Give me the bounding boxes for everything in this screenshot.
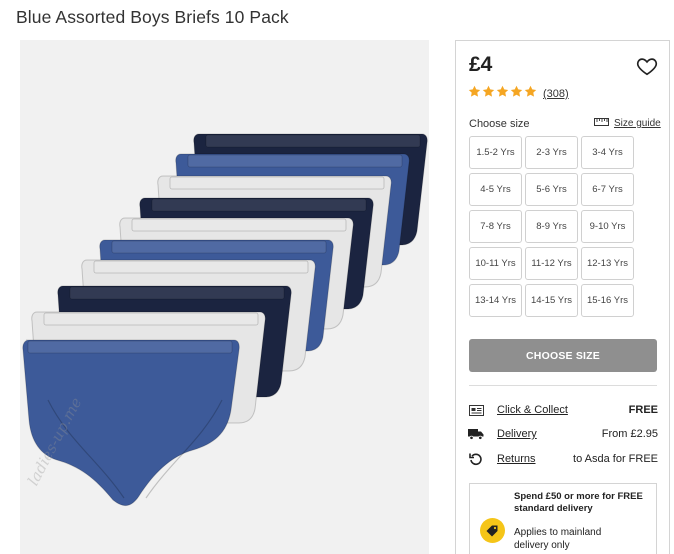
- size-option[interactable]: 3-4 Yrs: [581, 136, 634, 169]
- divider: [469, 385, 657, 386]
- returns-link[interactable]: Returns: [497, 453, 536, 465]
- size-option[interactable]: 4-5 Yrs: [469, 173, 522, 206]
- truck-icon: [468, 427, 484, 441]
- purchase-panel: £4 (308) Choose size Size guide 1.5-2 Yr…: [455, 40, 670, 554]
- size-option[interactable]: 15-16 Yrs: [581, 284, 634, 317]
- size-guide-label: Size guide: [614, 118, 661, 129]
- rating-count-link[interactable]: (308): [543, 88, 569, 100]
- size-grid: 1.5-2 Yrs 2-3 Yrs 3-4 Yrs 4-5 Yrs 5-6 Yrs 6-7…: [469, 136, 634, 317]
- heart-icon[interactable]: [636, 55, 658, 77]
- size-guide-link[interactable]: Size guide: [594, 118, 661, 129]
- click-collect-value: FREE: [628, 404, 658, 416]
- star-icon: [496, 85, 509, 103]
- return-icon: [468, 452, 484, 466]
- choose-size-label: Choose size: [469, 118, 530, 130]
- star-icon: [524, 85, 537, 103]
- price: £4: [469, 53, 493, 76]
- choose-size-button[interactable]: CHOOSE SIZE: [469, 339, 657, 372]
- size-option[interactable]: 10-11 Yrs: [469, 247, 522, 280]
- tag-icon: [480, 518, 505, 543]
- product-title: Blue Assorted Boys Briefs 10 Pack: [16, 7, 289, 27]
- promo-note: Applies to mainland delivery only: [514, 527, 602, 551]
- rating-stars: [468, 85, 537, 103]
- product-image[interactable]: ladies-up.me: [20, 40, 429, 554]
- delivery-row: Delivery From £2.95: [468, 426, 658, 442]
- size-option[interactable]: 11-12 Yrs: [525, 247, 578, 280]
- size-option[interactable]: 9-10 Yrs: [581, 210, 634, 243]
- size-option[interactable]: 13-14 Yrs: [469, 284, 522, 317]
- click-collect-row: Click & Collect FREE: [468, 402, 658, 418]
- delivery-link[interactable]: Delivery: [497, 428, 537, 440]
- click-collect-link[interactable]: Click & Collect: [497, 404, 568, 416]
- star-icon: [482, 85, 495, 103]
- store-icon: [468, 403, 484, 417]
- star-icon: [510, 85, 523, 103]
- promo-headline: Spend £50 or more for FREE standard deli…: [514, 491, 643, 514]
- returns-value: to Asda for FREE: [573, 453, 658, 465]
- ruler-icon: [594, 118, 609, 129]
- size-option[interactable]: 12-13 Yrs: [581, 247, 634, 280]
- size-option[interactable]: 2-3 Yrs: [525, 136, 578, 169]
- size-option[interactable]: 7-8 Yrs: [469, 210, 522, 243]
- rating: (308): [468, 85, 569, 103]
- free-delivery-promo: Spend £50 or more for FREE standard deli…: [469, 483, 657, 554]
- star-icon: [468, 85, 481, 103]
- size-option[interactable]: 1.5-2 Yrs: [469, 136, 522, 169]
- size-option[interactable]: 6-7 Yrs: [581, 173, 634, 206]
- size-option[interactable]: 5-6 Yrs: [525, 173, 578, 206]
- size-option[interactable]: 8-9 Yrs: [525, 210, 578, 243]
- briefs-illustration: [22, 133, 428, 506]
- returns-row: Returns to Asda for FREE: [468, 451, 658, 467]
- delivery-value: From £2.95: [601, 428, 658, 440]
- size-option[interactable]: 14-15 Yrs: [525, 284, 578, 317]
